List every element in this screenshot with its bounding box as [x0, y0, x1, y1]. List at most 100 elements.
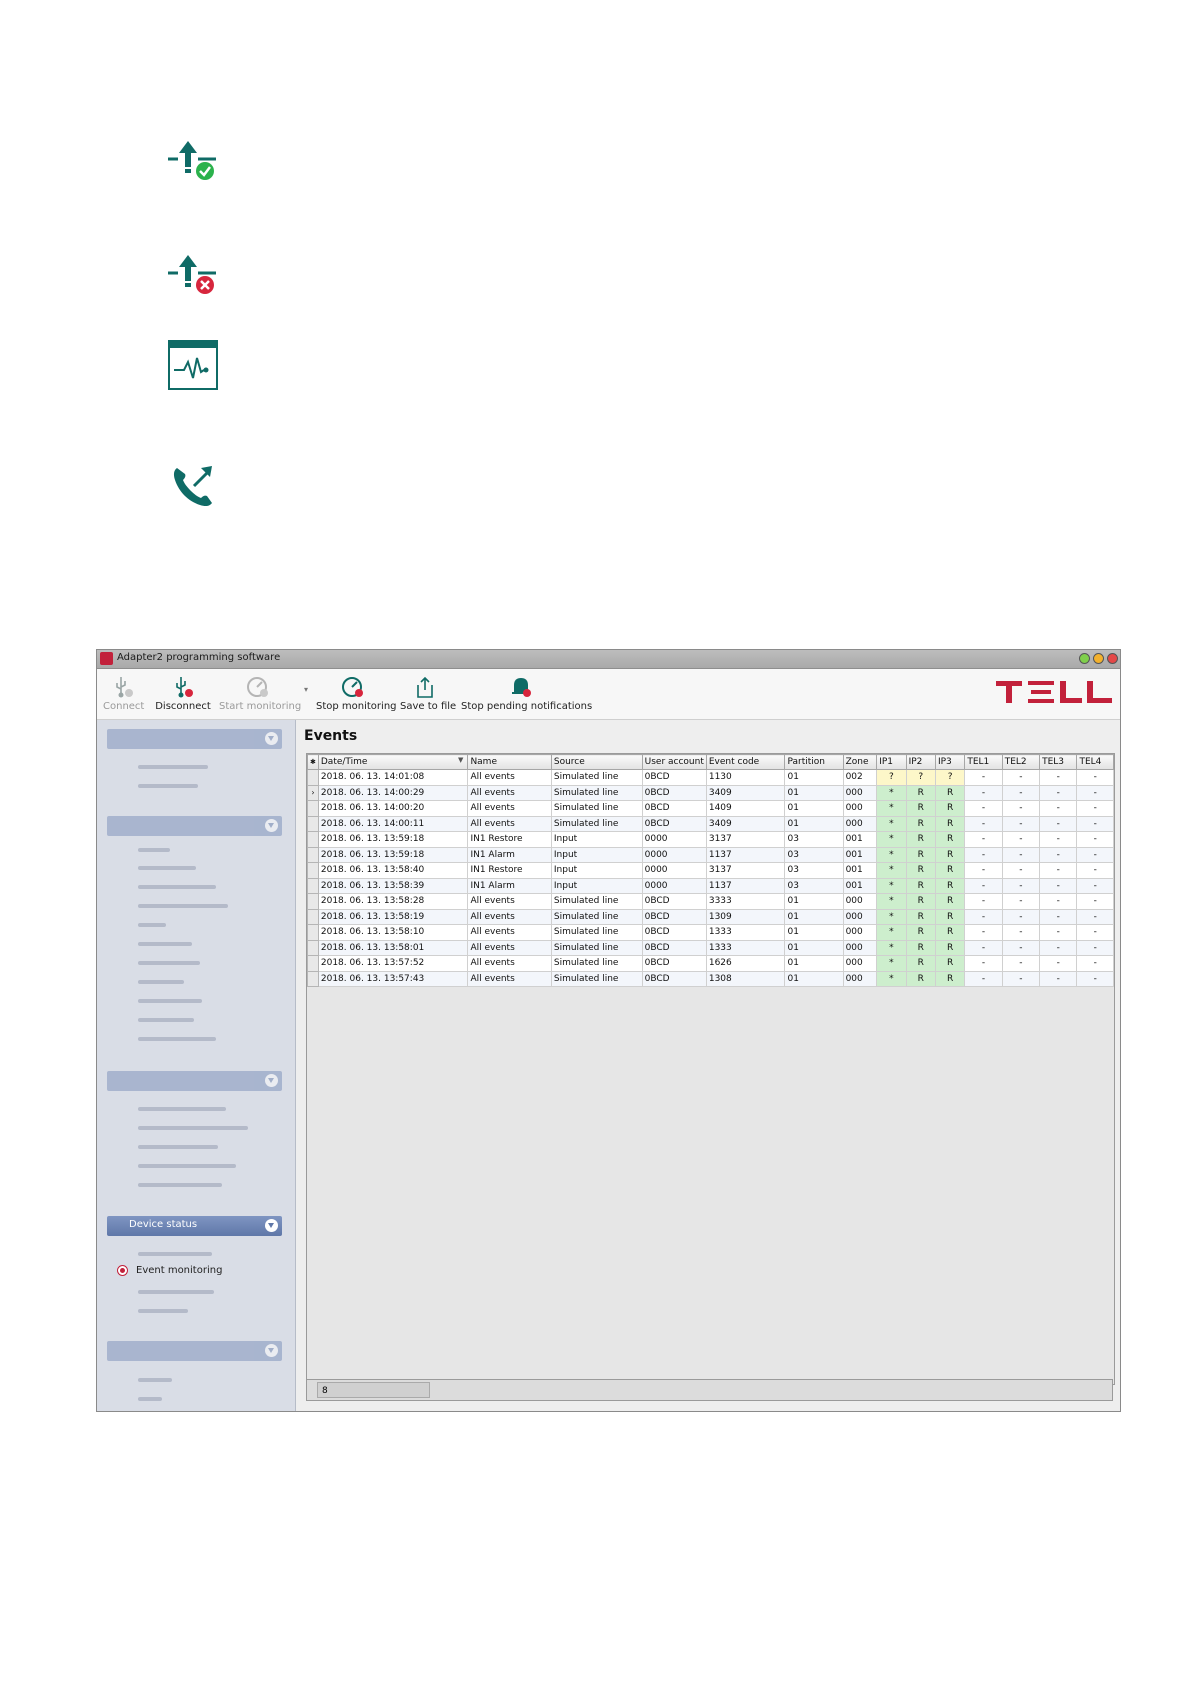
- table-cell: R: [905, 908, 936, 925]
- table-cell: 0000: [641, 862, 707, 879]
- sidebar-section-device-status[interactable]: Device status: [107, 1216, 282, 1236]
- row-header-cell[interactable]: [307, 769, 319, 786]
- table-cell: 2018. 06. 13. 13:58:01: [317, 939, 469, 956]
- app-window: Adapter2 programming software Connect Di…: [96, 649, 1121, 1412]
- table-cell: 2018. 06. 13. 13:59:18: [317, 831, 469, 848]
- sidebar-section-3[interactable]: [107, 1071, 282, 1091]
- row-header-corner: ✱: [307, 754, 319, 770]
- table-cell: 2018. 06. 13. 13:58:19: [317, 908, 469, 925]
- table-cell: -: [1039, 862, 1078, 879]
- table-cell: -: [1001, 939, 1041, 956]
- column-header[interactable]: IP2: [905, 754, 936, 770]
- table-row[interactable]: 2018. 06. 13. 14:00:11 All events Simulate…: [307, 815, 1114, 832]
- disconnect-button[interactable]: Disconnect: [155, 673, 211, 712]
- sidebar-item-blurred: [138, 980, 184, 984]
- table-cell: 1309: [705, 908, 786, 925]
- row-header-cell[interactable]: [307, 800, 319, 817]
- table-row[interactable]: 2018. 06. 13. 14:01:08 All events Simulate…: [307, 769, 1114, 786]
- column-header[interactable]: Partition: [784, 754, 844, 770]
- table-cell: R: [934, 815, 966, 832]
- table-row[interactable]: 2018. 06. 13. 13:59:18 IN1 Restore Input 00…: [307, 831, 1114, 848]
- column-header[interactable]: Name: [467, 754, 552, 770]
- row-header-cell[interactable]: [307, 862, 319, 879]
- table-row[interactable]: 2018. 06. 13. 13:59:18 IN1 Alarm Input 0000…: [307, 846, 1114, 863]
- table-cell: Simulated line: [550, 769, 643, 786]
- page-title: Events: [304, 728, 358, 744]
- row-header-cell[interactable]: [307, 924, 319, 941]
- table-row[interactable]: 2018. 06. 13. 13:58:10 All events Simulate…: [307, 924, 1114, 941]
- table-row[interactable]: 2018. 06. 13. 13:58:28 All events Simulate…: [307, 893, 1114, 910]
- row-header-cell[interactable]: [307, 877, 319, 894]
- column-header[interactable]: Event code: [705, 754, 786, 770]
- save-to-file-button[interactable]: Save to file: [400, 673, 456, 712]
- table-cell: *: [876, 815, 907, 832]
- column-header[interactable]: TEL1: [964, 754, 1003, 770]
- row-header-cell[interactable]: [307, 846, 319, 863]
- sidebar-section-1[interactable]: [107, 729, 282, 749]
- table-cell: R: [905, 970, 936, 987]
- table-cell: -: [1039, 846, 1078, 863]
- column-header[interactable]: Source: [550, 754, 643, 770]
- table-cell: R: [905, 924, 936, 941]
- table-cell: -: [1001, 908, 1041, 925]
- table-row[interactable]: 2018. 06. 13. 14:00:20 All events Simulate…: [307, 800, 1114, 817]
- sidebar-item-blurred: [138, 923, 166, 927]
- maximize-button[interactable]: [1093, 653, 1104, 664]
- column-header[interactable]: Zone: [842, 754, 878, 770]
- column-header[interactable]: Date/Time ▼: [317, 754, 469, 770]
- table-cell: 2018. 06. 13. 13:58:39: [317, 877, 469, 894]
- row-header-cell[interactable]: ›: [307, 784, 319, 801]
- table-cell: -: [1039, 924, 1078, 941]
- sidebar-section-5[interactable]: [107, 1341, 282, 1361]
- table-row[interactable]: 2018. 06. 13. 13:57:52 All events Simulate…: [307, 955, 1114, 972]
- row-header-cell[interactable]: [307, 831, 319, 848]
- table-row[interactable]: › 2018. 06. 13. 14:00:29 All events Simulat…: [307, 784, 1114, 801]
- minimize-button[interactable]: [1079, 653, 1090, 664]
- table-cell: 0BCD: [641, 908, 707, 925]
- column-header[interactable]: TEL2: [1001, 754, 1041, 770]
- table-cell: 0BCD: [641, 769, 707, 786]
- row-header-cell[interactable]: [307, 908, 319, 925]
- row-header-cell[interactable]: [307, 955, 319, 972]
- table-cell: -: [1076, 846, 1114, 863]
- table-cell: R: [905, 831, 936, 848]
- table-row[interactable]: 2018. 06. 13. 13:58:39 IN1 Alarm Input 0000…: [307, 877, 1114, 894]
- start-monitoring-dropdown[interactable]: ▾: [303, 685, 309, 694]
- table-cell: 3409: [705, 784, 786, 801]
- table-cell: -: [964, 970, 1003, 987]
- table-cell: 1333: [705, 939, 786, 956]
- stop-pending-notifications-button[interactable]: Stop pending notifications: [461, 673, 592, 712]
- sidebar-section-2[interactable]: [107, 816, 282, 836]
- row-header-cell[interactable]: [307, 893, 319, 910]
- column-header[interactable]: IP1: [876, 754, 907, 770]
- table-cell: -: [1001, 784, 1041, 801]
- sidebar-item-blurred: [138, 885, 216, 889]
- stop-monitoring-button[interactable]: Stop monitoring: [316, 673, 397, 712]
- table-cell: 1137: [705, 846, 786, 863]
- table-cell: -: [1001, 862, 1041, 879]
- column-header[interactable]: IP3: [934, 754, 966, 770]
- table-row[interactable]: 2018. 06. 13. 13:58:19 All events Simulate…: [307, 908, 1114, 925]
- table-cell: *: [876, 924, 907, 941]
- connect-button[interactable]: Connect: [103, 673, 144, 712]
- table-cell: All events: [467, 924, 552, 941]
- table-cell: -: [1001, 970, 1041, 987]
- close-button[interactable]: [1107, 653, 1118, 664]
- row-header-cell[interactable]: [307, 815, 319, 832]
- start-monitoring-button[interactable]: Start monitoring: [219, 673, 301, 712]
- row-header-cell[interactable]: [307, 970, 319, 987]
- column-header[interactable]: TEL3: [1039, 754, 1078, 770]
- column-header[interactable]: User account: [641, 754, 707, 770]
- table-cell: R: [934, 893, 966, 910]
- column-header[interactable]: TEL4: [1076, 754, 1114, 770]
- table-row[interactable]: 2018. 06. 13. 13:57:43 All events Simulate…: [307, 970, 1114, 987]
- table-cell: 002: [842, 769, 878, 786]
- table-row[interactable]: 2018. 06. 13. 13:58:01 All events Simulate…: [307, 939, 1114, 956]
- row-header-cell[interactable]: [307, 939, 319, 956]
- sort-filter-icon[interactable]: ▼: [458, 756, 463, 764]
- table-row[interactable]: 2018. 06. 13. 13:58:40 IN1 Restore Input 00…: [307, 862, 1114, 879]
- upload-success-icon: [168, 137, 218, 187]
- bell-stop-icon: [512, 678, 531, 697]
- table-cell: 2018. 06. 13. 13:58:10: [317, 924, 469, 941]
- sidebar-item-event-monitoring[interactable]: Event monitoring: [117, 1265, 222, 1276]
